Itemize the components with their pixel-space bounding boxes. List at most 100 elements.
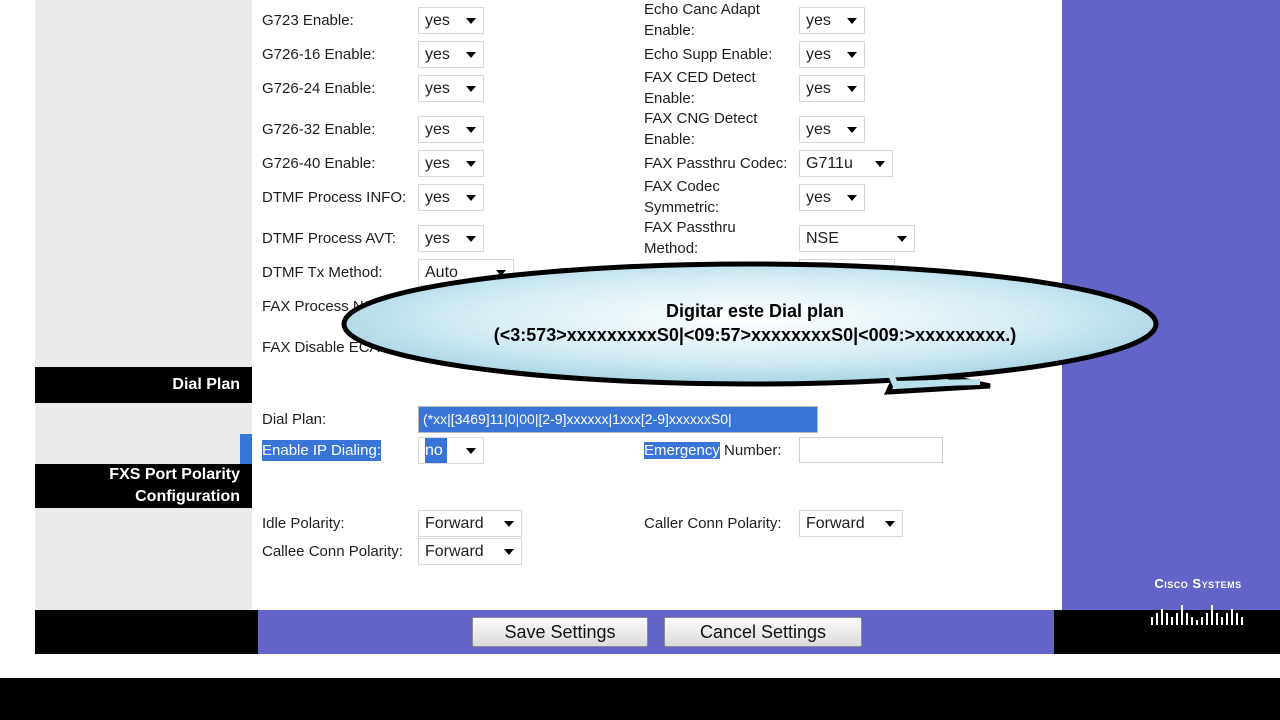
right-row-label-line2: Enable:: [644, 22, 695, 39]
left-gray-panel: [35, 0, 252, 610]
bottom-purple-bar: [258, 610, 1054, 654]
right-row-value: yes: [806, 80, 831, 97]
idle-polarity-value: Forward: [425, 515, 484, 532]
right-row-label-line2: Enable:: [644, 90, 695, 107]
section-fxs-line1: FXS Port Polarity: [109, 466, 240, 483]
left-row-select[interactable]: yes: [418, 184, 484, 211]
right-row-label: FAX Codec Symmetric:: [644, 176, 720, 218]
right-row-select[interactable]: yes: [799, 41, 865, 68]
right-row-value: G711u: [806, 155, 853, 172]
emergency-number-input[interactable]: [799, 437, 943, 463]
right-row-select[interactable]: yes: [799, 116, 865, 143]
chevron-down-icon: [504, 521, 514, 527]
right-row-value: yes: [806, 12, 831, 29]
right-row-select[interactable]: yes: [799, 184, 865, 211]
left-row-value: yes: [425, 80, 450, 97]
right-row-select[interactable]: yes: [799, 7, 865, 34]
cancel-settings-button[interactable]: Cancel Settings: [664, 617, 862, 647]
left-row-label: G726-16 Enable:: [262, 46, 376, 63]
emergency-label-highlight: Emergency: [644, 442, 720, 459]
right-row-label-line1: FAX CED Detect: [644, 69, 756, 86]
left-row-label: DTMF Process AVT:: [262, 230, 396, 247]
right-row-label: FAX Passthru Method:: [644, 217, 736, 259]
emergency-number-label: Emergency Number:: [644, 440, 782, 461]
right-row-select[interactable]: NSE: [799, 225, 915, 252]
chevron-down-icon: [847, 52, 857, 58]
chevron-down-icon: [466, 52, 476, 58]
left-row-select[interactable]: yes: [418, 150, 484, 177]
right-row-label: FAX CNG Detect Enable:: [644, 108, 757, 150]
left-row-label: G726-24 Enable:: [262, 80, 376, 97]
cisco-logo: Cisco Systems: [1148, 576, 1248, 636]
idle-polarity-select[interactable]: Forward: [418, 510, 522, 537]
callout-line2: (<3:573>xxxxxxxxxS0|<09:57>xxxxxxxxS0|<0…: [493, 325, 1017, 345]
caller-conn-polarity-value: Forward: [806, 515, 865, 532]
caller-conn-polarity-select[interactable]: Forward: [799, 510, 903, 537]
chevron-down-icon: [466, 195, 476, 201]
idle-polarity-label: Idle Polarity:: [262, 515, 345, 532]
chevron-down-icon: [847, 127, 857, 133]
left-row-value: yes: [425, 121, 450, 138]
emergency-label-rest: Number:: [719, 442, 782, 459]
right-row-value: yes: [806, 189, 831, 206]
left-row-value: yes: [425, 155, 450, 172]
dial-plan-value: (*xx|[3469]11|0|00|[2-9]xxxxxx|1xxx[2-9]…: [419, 407, 817, 432]
right-row-label-line2: Symmetric:: [644, 199, 719, 216]
chevron-down-icon: [847, 86, 857, 92]
left-row-label: G726-40 Enable:: [262, 155, 376, 172]
right-row-label-line2: Enable:: [644, 131, 695, 148]
chevron-down-icon: [466, 86, 476, 92]
right-row-label-line1: FAX Codec: [644, 178, 720, 195]
chevron-down-icon: [847, 18, 857, 24]
chevron-down-icon: [466, 161, 476, 167]
chevron-down-icon: [875, 161, 885, 167]
right-row-label: FAX Passthru Codec:: [644, 153, 787, 174]
right-row-value: NSE: [806, 230, 839, 247]
bottom-left-black: [35, 610, 258, 654]
left-row-value: yes: [425, 230, 450, 247]
dial-plan-input[interactable]: (*xx|[3469]11|0|00|[2-9]xxxxxx|1xxx[2-9]…: [418, 406, 818, 433]
left-white-strip: [0, 0, 35, 610]
left-row-value: yes: [425, 12, 450, 29]
chevron-down-icon: [885, 521, 895, 527]
enable-ip-dialing-select[interactable]: no: [418, 437, 484, 464]
right-row-label-line1: Echo Supp Enable:: [644, 46, 773, 63]
chevron-down-icon: [847, 195, 857, 201]
left-row-label: DTMF Process INFO:: [262, 189, 407, 206]
left-row-select[interactable]: yes: [418, 7, 484, 34]
caller-conn-polarity-label: Caller Conn Polarity:: [644, 515, 782, 532]
right-row-label-line2: Method:: [644, 240, 699, 257]
cisco-bars-icon: [1151, 605, 1243, 625]
right-row-label-line1: FAX Passthru Codec:: [644, 155, 788, 172]
dial-plan-label: Dial Plan:: [262, 411, 327, 428]
cisco-logo-text: Cisco Systems: [1154, 576, 1242, 591]
chevron-down-icon: [466, 18, 476, 24]
right-row-select[interactable]: G711u: [799, 150, 893, 177]
callout-line1: Digitar este Dial plan: [665, 301, 845, 321]
section-dial-plan: Dial Plan: [35, 367, 252, 403]
chevron-down-icon: [466, 448, 476, 454]
right-row-label-line1: FAX Passthru: [644, 219, 736, 236]
chevron-down-icon: [504, 549, 514, 555]
right-row-select[interactable]: yes: [799, 75, 865, 102]
callee-conn-polarity-label: Callee Conn Polarity:: [262, 543, 403, 560]
bottom-black-band: [0, 678, 1280, 720]
left-row-value: yes: [425, 46, 450, 63]
right-row-value: yes: [806, 121, 831, 138]
callout-text: Digitar este Dial plan (<3:573>xxxxxxxxx…: [400, 300, 1110, 348]
left-row-select[interactable]: yes: [418, 225, 484, 252]
left-highlight-mark: [240, 434, 252, 464]
section-fxs-line2: Configuration: [135, 488, 240, 505]
left-row-select[interactable]: yes: [418, 41, 484, 68]
callee-conn-polarity-select[interactable]: Forward: [418, 538, 522, 565]
save-settings-button[interactable]: Save Settings: [472, 617, 648, 647]
chevron-down-icon: [897, 236, 907, 242]
enable-ip-dialing-value: no: [425, 438, 447, 463]
left-row-label: G726-32 Enable:: [262, 121, 376, 138]
left-row-select[interactable]: yes: [418, 116, 484, 143]
section-fxs-port-polarity: FXS Port Polarity Configuration: [35, 464, 252, 508]
right-row-label: Echo Canc Adapt Enable:: [644, 0, 760, 41]
left-row-select[interactable]: yes: [418, 75, 484, 102]
right-row-label-line1: FAX CNG Detect: [644, 110, 758, 127]
right-row-label: FAX CED Detect Enable:: [644, 67, 756, 109]
